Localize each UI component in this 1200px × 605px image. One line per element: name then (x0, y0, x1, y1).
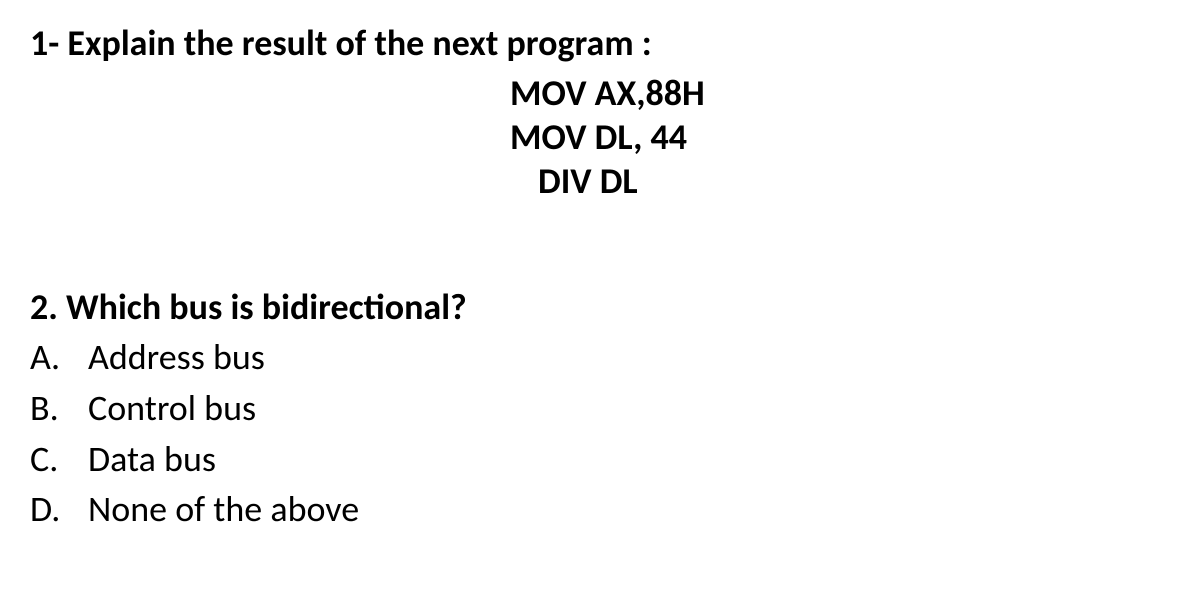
code-line-3: DIV DL (538, 159, 638, 203)
option-text: Address bus (88, 333, 265, 382)
question-1-prompt: 1- Explain the result of the next progra… (30, 20, 1170, 67)
option-text: Control bus (88, 384, 256, 433)
option-a: A. Address bus (30, 333, 1170, 382)
option-letter: C. (30, 435, 88, 484)
option-letter: D. (30, 485, 88, 534)
code-block: MOV AX,88H MOV DL, 44 DIV DL (30, 71, 1170, 203)
option-text: None of the above (88, 485, 359, 534)
question-2-options: A. Address bus B. Control bus C. Data bu… (30, 333, 1170, 533)
option-letter: A. (30, 333, 88, 382)
code-line-1: MOV AX,88H (510, 71, 705, 115)
option-d: D. None of the above (30, 485, 1170, 534)
code-line-2: MOV DL, 44 (510, 115, 687, 159)
option-letter: B. (30, 384, 88, 433)
option-b: B. Control bus (30, 384, 1170, 433)
option-text: Data bus (88, 435, 216, 484)
question-2-prompt: 2. Which bus is bidirectional? (30, 283, 1170, 332)
option-c: C. Data bus (30, 435, 1170, 484)
